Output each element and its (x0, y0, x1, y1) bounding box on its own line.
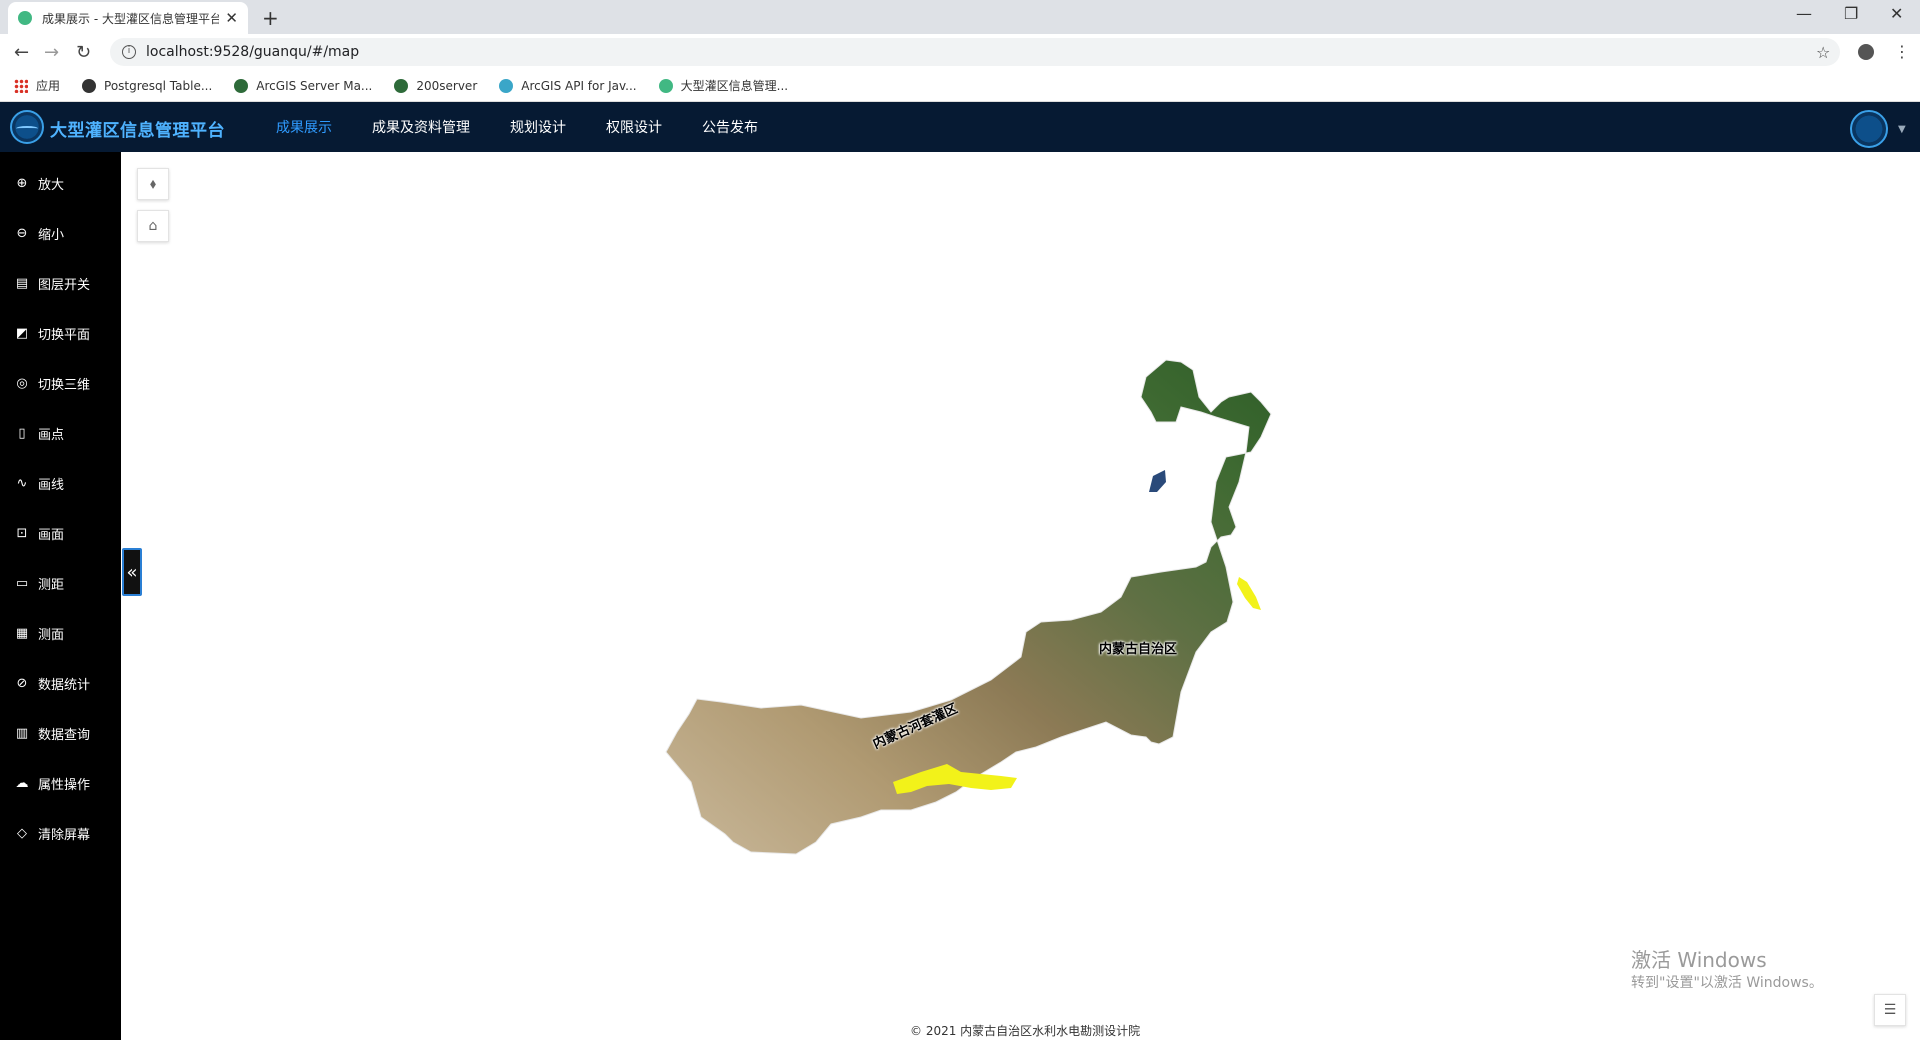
tool-measure-area[interactable]: ▦ 测面 (14, 622, 64, 644)
user-avatar[interactable] (1850, 110, 1888, 148)
browser-tab-strip: 成果展示 - 大型灌区信息管理平台 ✕ + — ❐ ✕ (0, 0, 1920, 34)
tool-draw-polygon[interactable]: ⊡ 画面 (14, 522, 64, 544)
nav-announcement[interactable]: 公告发布 (702, 117, 758, 137)
nav-planning-design[interactable]: 规划设计 (510, 117, 566, 137)
top-nav: 成果展示 成果及资料管理 规划设计 权限设计 公告发布 (276, 102, 798, 152)
bookmark-postgresql[interactable]: Postgresql Table... (82, 78, 212, 93)
double-chevron-left-icon: « (126, 561, 138, 583)
tool-switch-2d[interactable]: ◩ 切换平面 (14, 322, 90, 344)
bookmark-apps[interactable]: 应用 (14, 77, 60, 94)
bookmark-guanqu[interactable]: 大型灌区信息管理... (658, 77, 788, 94)
url-text: localhost:9528/guanqu/#/map (146, 44, 360, 60)
info-icon[interactable]: i (122, 45, 136, 59)
statistics-icon: ⊘ (16, 675, 28, 691)
restore-icon[interactable]: ❐ (1844, 4, 1858, 23)
zoom-in-icon: ⊕ (16, 175, 28, 191)
url-input[interactable]: i localhost:9528/guanqu/#/map (110, 38, 1840, 66)
arcgis-api-icon (499, 78, 514, 93)
list-menu-icon[interactable]: ☰ (1874, 994, 1906, 1026)
lake-shape (1149, 470, 1166, 492)
tool-zoom-out[interactable]: ⊖ 缩小 (14, 222, 64, 244)
nav-permission-design[interactable]: 权限设计 (606, 117, 662, 137)
bookmark-arcgis-server[interactable]: ArcGIS Server Ma... (234, 78, 372, 93)
query-icon: ▥ (15, 725, 29, 741)
app-header: 大型灌区信息管理平台 成果展示 成果及资料管理 规划设计 权限设计 公告发布 ▼ (0, 102, 1920, 152)
account-icon[interactable] (1858, 44, 1874, 60)
vue-favicon-icon (658, 78, 673, 93)
attribute-icon: ☁ (15, 775, 29, 791)
map-view[interactable]: ⬧ ⌂ 内蒙古自治区 内蒙古河套灌区 (121, 152, 1920, 1040)
globe-3d-icon: ◎ (16, 375, 28, 391)
tool-sidebar: ⊕ 放大 ⊖ 缩小 ▤ 图层开关 ◩ 切换平面 ◎ 切换三维 ▯ 画点 ∿ 画线 ⊡ 画面 ▭ 测… (0, 152, 121, 1040)
apps-grid-icon (14, 78, 28, 93)
region-label: 内蒙古自治区 (1099, 642, 1178, 657)
tool-attribute[interactable]: ☁ 属性操作 (14, 772, 91, 794)
tool-query[interactable]: ▥ 数据查询 (14, 722, 90, 744)
zoom-out-icon: ⊖ (16, 225, 28, 241)
browser-tab[interactable]: 成果展示 - 大型灌区信息管理平台 ✕ (8, 2, 248, 34)
globe-icon (82, 78, 97, 93)
close-window-icon[interactable]: ✕ (1890, 4, 1903, 23)
nav-results-display[interactable]: 成果展示 (276, 117, 332, 137)
region-map (665, 359, 1272, 855)
arcgis-icon (394, 78, 409, 93)
tool-measure-distance[interactable]: ▭ 测距 (14, 572, 64, 594)
tool-statistics[interactable]: ⊘ 数据统计 (14, 672, 90, 694)
bookmark-200server[interactable]: 200server (394, 78, 477, 93)
line-icon: ∿ (16, 475, 28, 491)
forward-icon[interactable]: → (44, 42, 59, 63)
point-icon: ▯ (18, 425, 26, 441)
area-measure-icon: ▦ (15, 625, 29, 641)
tool-clear-screen[interactable]: ◇ 清除屏幕 (14, 822, 90, 844)
windows-watermark-subtitle: 转到"设置"以激活 Windows。 (1631, 975, 1823, 991)
arcgis-icon (234, 78, 249, 93)
windows-watermark-title: 激活 Windows (1631, 948, 1767, 972)
tool-draw-line[interactable]: ∿ 画线 (14, 472, 64, 494)
tool-switch-3d[interactable]: ◎ 切换三维 (14, 372, 90, 394)
layers-icon: ▤ (15, 275, 29, 291)
nav-data-management[interactable]: 成果及资料管理 (372, 117, 470, 137)
reload-icon[interactable]: ↻ (76, 42, 91, 63)
tool-zoom-in[interactable]: ⊕ 放大 (14, 172, 64, 194)
map-2d-icon: ◩ (15, 325, 29, 341)
collapse-sidebar-button[interactable]: « (122, 548, 142, 596)
irrigation-district-east (1237, 577, 1261, 610)
minimize-icon[interactable]: — (1796, 4, 1812, 23)
bookmarks-bar: 应用 Postgresql Table... ArcGIS Server Ma.… (0, 70, 1920, 102)
bookmark-star-icon[interactable]: ☆ (1816, 43, 1830, 62)
ruler-icon: ▭ (15, 575, 29, 591)
chevron-down-icon[interactable]: ▼ (1898, 124, 1906, 135)
footer-copyright: © 2021 内蒙古自治区水利水电勘测设计院 (910, 1024, 1141, 1038)
vue-favicon-icon (18, 11, 32, 25)
app-title: 大型灌区信息管理平台 (50, 121, 225, 141)
close-tab-icon[interactable]: ✕ (225, 9, 238, 27)
logo-icon (10, 110, 44, 144)
new-tab-icon[interactable]: + (262, 6, 279, 30)
tool-draw-point[interactable]: ▯ 画点 (14, 422, 64, 444)
browser-menu-icon[interactable]: ⋮ (1894, 42, 1910, 61)
tab-title: 成果展示 - 大型灌区信息管理平台 (42, 11, 220, 26)
polygon-icon: ⊡ (16, 525, 28, 541)
eraser-icon: ◇ (17, 825, 27, 841)
address-bar: ← → ↻ i localhost:9528/guanqu/#/map ☆ ⋮ (0, 34, 1920, 70)
back-icon[interactable]: ← (14, 42, 29, 63)
bookmark-arcgis-api[interactable]: ArcGIS API for Jav... (499, 78, 637, 93)
tool-layer-toggle[interactable]: ▤ 图层开关 (14, 272, 90, 294)
